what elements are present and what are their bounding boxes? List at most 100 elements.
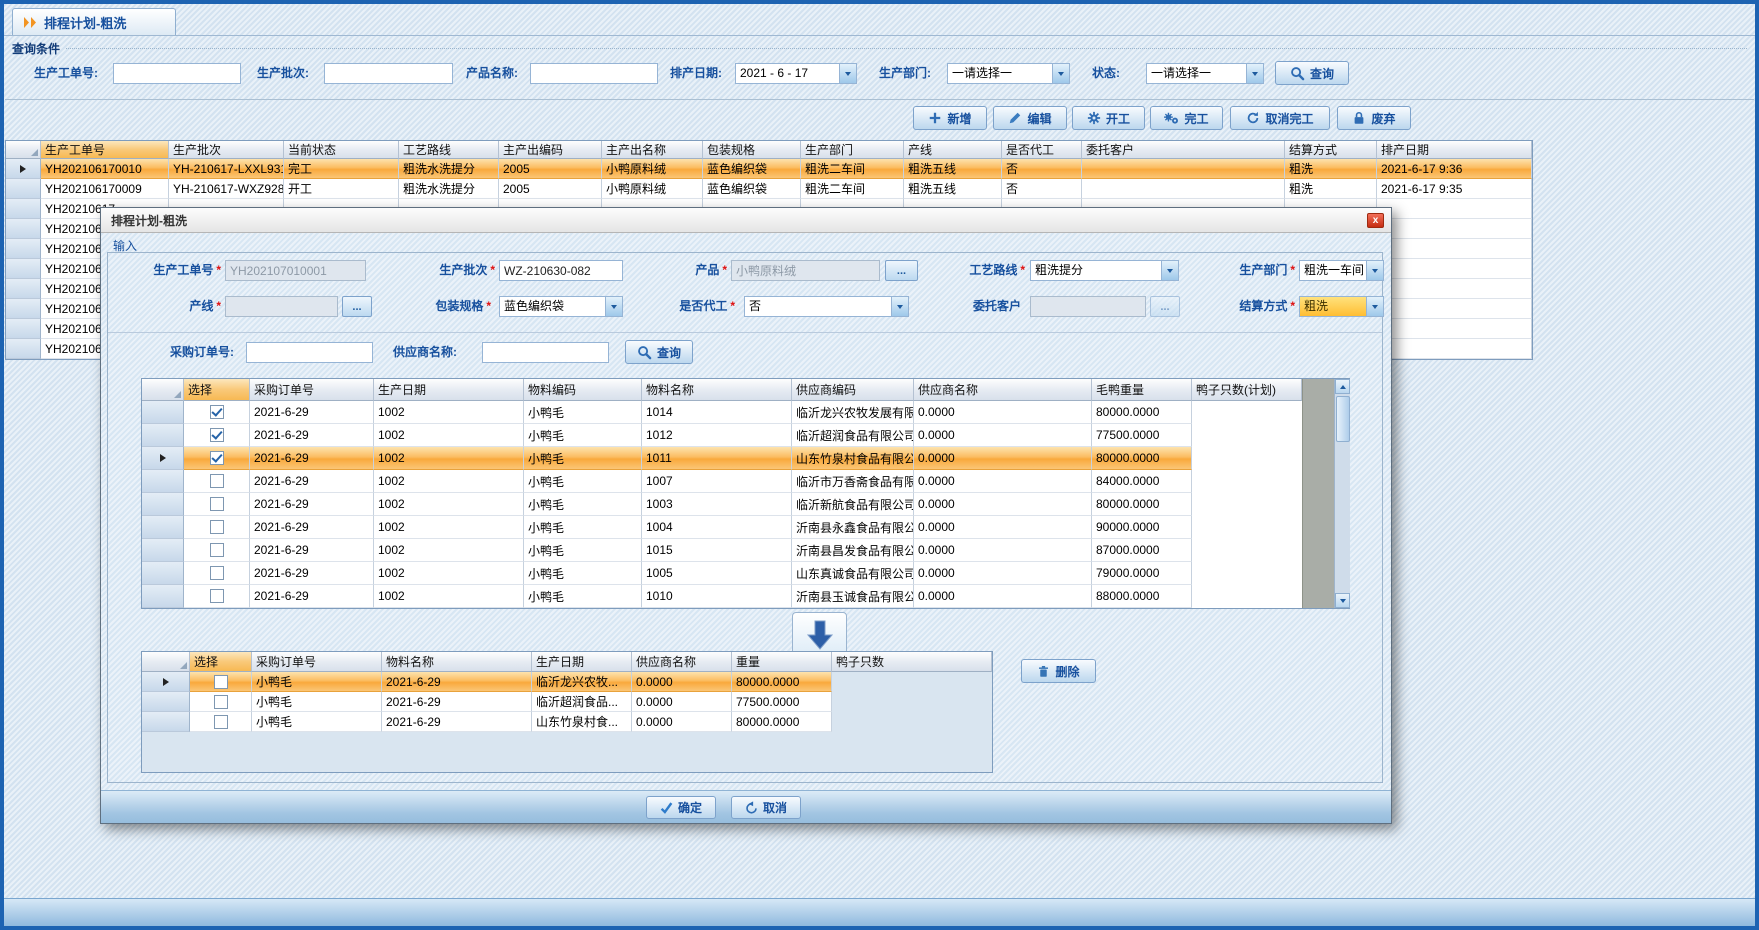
column-header[interactable]: 供应商名称 [914,379,1092,401]
column-header[interactable]: 重量 [732,652,832,672]
table-row[interactable]: 2021-6-291002小鸭毛1005山东真诚食品有限公司0.00007900… [142,562,1349,585]
column-header[interactable]: 物料名称 [382,652,532,672]
table-row[interactable]: 2021-6-291002小鸭毛1004沂南县永鑫食品有限公司0.0000900… [142,516,1349,539]
column-header[interactable]: 供应商编码 [792,379,914,401]
row-checkbox[interactable] [210,589,224,603]
discard-button[interactable]: 废弃 [1337,106,1411,130]
add-button[interactable]: 新增 [913,106,987,130]
table-row[interactable]: 2021-6-291002小鸭毛1010沂南县玉诚食品有限公司0.0000880… [142,585,1349,608]
purchase-orders-grid[interactable]: 选择采购订单号生产日期物料编码物料名称供应商编码供应商名称毛鸭重量鸭子只数(计划… [141,378,1350,609]
column-header[interactable]: 采购订单号 [252,652,382,672]
column-header[interactable]: 当前状态 [284,141,399,159]
table-row[interactable]: YH202106170010YH-210617-LXXL931完工粗洗水洗提分2… [6,159,1532,179]
table-row[interactable]: 小鸭毛2021-6-29临沂龙兴农牧...0.000080000.0000 [142,672,992,692]
column-header[interactable]: 主产出名称 [602,141,703,159]
table-row[interactable]: 小鸭毛2021-6-29山东竹泉村食...0.000080000.0000 [142,712,992,732]
column-header[interactable]: 产线 [904,141,1002,159]
column-header[interactable]: 主产出编码 [499,141,602,159]
status-select[interactable]: 一请选择一 [1146,63,1264,84]
column-header[interactable]: 鸭子只数 [832,652,992,672]
work-order-input[interactable] [113,63,241,84]
finish-work-button[interactable]: 完工 [1150,106,1223,130]
row-checkbox[interactable] [210,497,224,511]
chevron-down-icon[interactable] [839,64,856,83]
query-search-button[interactable]: 查询 [1275,61,1349,85]
po-search-button[interactable]: 查询 [625,340,693,364]
row-checkbox[interactable] [210,474,224,488]
edit-button[interactable]: 编辑 [993,106,1067,130]
row-checkbox[interactable] [210,451,224,465]
select-all-corner[interactable] [142,379,184,401]
column-header[interactable]: 生产日期 [374,379,524,401]
table-row[interactable]: YH202106170009YH-210617-WXZ928开工粗洗水洗提分20… [6,179,1532,199]
column-header[interactable]: 毛鸭重量 [1092,379,1192,401]
chevron-down-icon[interactable] [1366,297,1383,316]
schedule-date-select[interactable]: 2021 - 6 - 17 [735,63,857,84]
select-all-corner[interactable] [6,141,41,159]
chevron-down-icon[interactable] [1161,261,1178,280]
settlement-select[interactable]: 粗洗 [1299,296,1384,317]
delete-button[interactable]: 删除 [1021,659,1096,683]
start-work-button[interactable]: 开工 [1072,106,1145,130]
row-checkbox[interactable] [210,566,224,580]
column-header[interactable]: 鸭子只数(计划) [1192,379,1302,401]
row-checkbox[interactable] [210,520,224,534]
chevron-down-icon[interactable] [1366,261,1383,280]
department-select[interactable]: 一请选择一 [947,63,1070,84]
product-browse-button[interactable]: ... [885,260,918,281]
batch-input[interactable] [324,63,453,84]
packing-spec-select[interactable]: 蓝色编织袋 [499,296,623,317]
cancel-button[interactable]: 取消 [731,796,801,819]
is-oem-select[interactable]: 否 [744,296,909,317]
table-row[interactable]: 小鸭毛2021-6-29临沂超润食品...0.000077500.0000 [142,692,992,712]
table-row[interactable]: 2021-6-291002小鸭毛1003临沂新航食品有限公司0.00008000… [142,493,1349,516]
chevron-down-icon[interactable] [1052,64,1069,83]
row-checkbox[interactable] [210,428,224,442]
column-header[interactable]: 排产日期 [1377,141,1532,159]
vertical-scrollbar[interactable] [1334,379,1350,608]
column-header[interactable]: 包装规格 [703,141,801,159]
column-header[interactable]: 工艺路线 [399,141,499,159]
column-header[interactable]: 委托客户 [1082,141,1285,159]
selected-orders-grid[interactable]: 选择采购订单号物料名称生产日期供应商名称重量鸭子只数小鸭毛2021-6-29临沂… [141,651,993,773]
product-name-input[interactable] [530,63,658,84]
column-header[interactable]: 生产批次 [169,141,284,159]
table-row[interactable]: 2021-6-291002小鸭毛1007临沂市万香斋食品有限公司0.000084… [142,470,1349,493]
scrollbar-thumb[interactable] [1336,396,1350,442]
table-row[interactable]: 2021-6-291002小鸭毛1012临沂超润食品有限公司0.00007750… [142,424,1349,447]
row-checkbox[interactable] [210,543,224,557]
column-header[interactable]: 生产部门 [801,141,904,159]
column-header[interactable]: 结算方式 [1285,141,1377,159]
column-header[interactable]: 物料名称 [642,379,792,401]
table-row[interactable]: 2021-6-291002小鸭毛1011山东竹泉村食品有限公司0.0000800… [142,447,1349,470]
tab-scheduling-plan[interactable]: 排程计划-粗洗 [12,8,176,36]
column-header[interactable]: 供应商名称 [632,652,732,672]
production-line-browse-button[interactable]: ... [342,296,372,317]
batch-no-field[interactable] [499,260,623,281]
column-header[interactable]: 生产工单号 [41,141,169,159]
po-number-input[interactable] [246,342,373,363]
column-header[interactable]: 采购订单号 [250,379,374,401]
close-icon[interactable]: x [1367,213,1384,228]
cancel-finish-button[interactable]: 取消完工 [1230,106,1330,130]
row-checkbox[interactable] [214,675,228,689]
row-checkbox[interactable] [214,715,228,729]
chevron-down-icon[interactable] [605,297,622,316]
row-checkbox[interactable] [210,405,224,419]
scroll-up-button[interactable] [1335,379,1350,394]
process-route-select[interactable]: 粗洗提分 [1030,260,1179,281]
column-header[interactable]: 选择 [190,652,252,672]
table-row[interactable]: 2021-6-291002小鸭毛1015沂南县昌发食品有限公司0.0000870… [142,539,1349,562]
column-header[interactable]: 物料编码 [524,379,642,401]
chevron-down-icon[interactable] [891,297,908,316]
column-header[interactable]: 是否代工 [1002,141,1082,159]
supplier-name-input[interactable] [482,342,609,363]
chevron-down-icon[interactable] [1246,64,1263,83]
column-header[interactable]: 选择 [184,379,250,401]
scroll-down-button[interactable] [1335,593,1350,608]
select-all-corner[interactable] [142,652,190,672]
row-checkbox[interactable] [214,695,228,709]
column-header[interactable]: 生产日期 [532,652,632,672]
table-row[interactable]: 2021-6-291002小鸭毛1014临沂龙兴农牧发展有限公司0.000080… [142,401,1349,424]
dept-select[interactable]: 粗洗一车间 [1299,260,1384,281]
